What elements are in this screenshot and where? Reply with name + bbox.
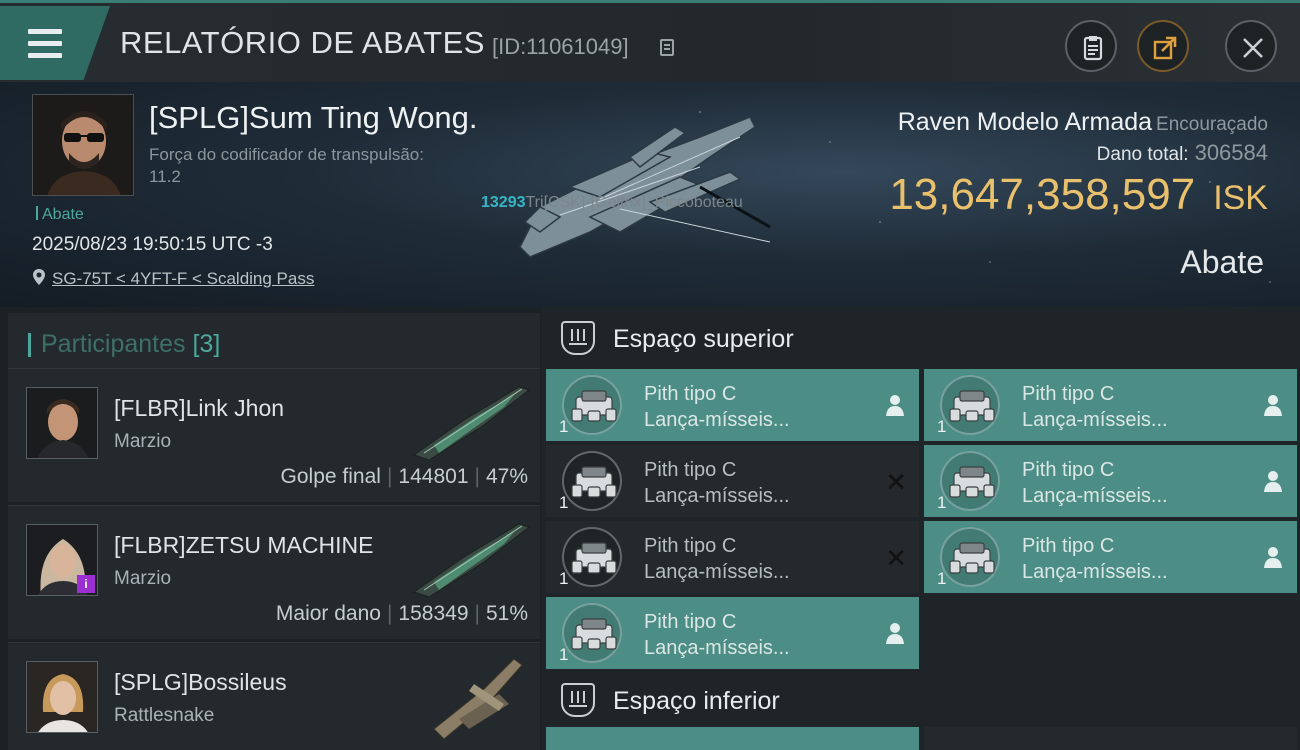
participant-row[interactable]: i [FLBR]ZETSU MACHINE Marzio Maior dano |… <box>8 505 540 639</box>
module-slot[interactable]: 1 Pith tipo C Lança-mísseis... <box>924 369 1297 441</box>
launcher-module-icon <box>562 451 622 511</box>
close-button[interactable] <box>1225 20 1277 72</box>
participant-ship: Rattlesnake <box>114 705 215 726</box>
clipboard-button[interactable] <box>1065 20 1117 72</box>
participants-header: Participantes [3] <box>8 313 540 371</box>
shield-slot-icon <box>561 321 595 355</box>
participant-name[interactable]: [SPLG]Bossileus <box>114 669 287 696</box>
module-slot[interactable]: 1 Pith tipo C Lança-mísseis... ✕ <box>546 521 919 593</box>
title-bar: RELATÓRIO DE ABATES [ID:11061049] <box>0 0 1300 82</box>
victim-banner: [SPLG]Sum Ting Wong. Força do codificado… <box>0 82 1300 307</box>
launcher-module-icon <box>562 375 622 435</box>
ship-name[interactable]: Raven Modelo Armada Encouraçado <box>898 108 1268 137</box>
ship-class: Encouraçado <box>1156 114 1268 135</box>
total-damage: Dano total: 306584 <box>1096 140 1268 165</box>
participant-ship-image <box>412 386 531 461</box>
module-slot[interactable]: 1 Pith tipo C Lança-mísseis... <box>924 445 1297 517</box>
fitting-panel[interactable]: Espaço superior 1 Pith tipo C Lança-míss… <box>541 307 1300 750</box>
kill-tag: Abate <box>36 206 84 224</box>
module-slot[interactable] <box>924 727 1297 750</box>
module-slot[interactable] <box>546 727 919 750</box>
launcher-module-icon <box>940 527 1000 587</box>
pilot-icon <box>1264 547 1282 568</box>
participant-ship-image <box>412 523 531 598</box>
participant-name[interactable]: [FLBR]ZETSU MACHINE <box>114 532 373 559</box>
high-slots-header: Espaço superior <box>541 307 1300 369</box>
launcher-module-icon <box>940 375 1000 435</box>
info-badge-icon: i <box>77 575 95 593</box>
isk-value: 13,647,358,597 ISK <box>889 170 1268 219</box>
participant-name[interactable]: [FLBR]Link Jhon <box>114 395 284 422</box>
participant-row[interactable]: [FLBR]Link Jhon Marzio Golpe final | 14480… <box>8 368 540 502</box>
pilot-icon <box>1264 395 1282 416</box>
low-slots-header: Espaço inferior <box>541 669 1300 731</box>
participant-ship: Marzio <box>114 431 172 452</box>
victim-name[interactable]: [SPLG]Sum Ting Wong. <box>149 100 478 136</box>
location-pin-icon <box>33 269 45 285</box>
participant-stats: Maior dano | 158349 | 51% <box>275 602 528 625</box>
participant-avatar[interactable]: i <box>26 524 98 596</box>
launcher-module-icon <box>562 527 622 587</box>
pilot-icon <box>1264 471 1282 492</box>
victim-ship-image <box>519 116 771 258</box>
warp-scrambler-strength: Força do codificador de transpulsão: 11.… <box>149 145 424 186</box>
shield-slot-icon <box>561 683 595 717</box>
victim-avatar[interactable] <box>32 94 134 196</box>
timestamp: 2025/08/23 19:50:15 UTC -3 <box>32 234 273 255</box>
module-slot[interactable]: 1 Pith tipo C Lança-mísseis... <box>546 597 919 669</box>
x-mark-icon: ✕ <box>885 467 907 497</box>
participant-ship-image <box>433 658 523 740</box>
module-slot[interactable]: 1 Pith tipo C Lança-mísseis... ✕ <box>546 445 919 517</box>
participant-stats: Golpe final | 144801 | 47% <box>280 465 528 488</box>
launcher-module-icon <box>562 603 622 663</box>
share-icon <box>1153 36 1177 60</box>
x-mark-icon: ✕ <box>885 543 907 573</box>
module-slot[interactable]: 1 Pith tipo C Lança-mísseis... <box>924 521 1297 593</box>
participant-ship: Marzio <box>114 568 172 589</box>
pilot-icon <box>886 623 904 644</box>
kill-label: Abate <box>1180 244 1264 280</box>
report-id: [ID:11061049] <box>492 34 629 59</box>
participant-avatar[interactable] <box>26 661 98 733</box>
module-slot[interactable]: 1 Pith tipo C Lança-mísseis... <box>546 369 919 441</box>
participant-avatar[interactable] <box>26 387 98 459</box>
final-blow-overlay: 13293Tri[CSK]-[Geltrix]_Piccoboteau <box>481 194 743 211</box>
page-title: RELATÓRIO DE ABATES <box>120 25 485 60</box>
copy-icon[interactable] <box>660 39 674 56</box>
pilot-icon <box>886 395 904 416</box>
clipboard-icon <box>1083 36 1103 61</box>
close-icon <box>1243 38 1263 58</box>
menu-button[interactable] <box>0 6 110 80</box>
participant-row[interactable]: [SPLG]Bossileus Rattlesnake <box>8 642 540 750</box>
menu-icon <box>28 29 62 34</box>
participants-panel[interactable]: Participantes [3] [FLBR]Link Jhon Marzio… <box>0 307 541 750</box>
location-link[interactable]: SG-75T < 4YFT-F < Scalding Pass <box>32 268 314 289</box>
launcher-module-icon <box>940 451 1000 511</box>
share-button[interactable] <box>1137 20 1189 72</box>
